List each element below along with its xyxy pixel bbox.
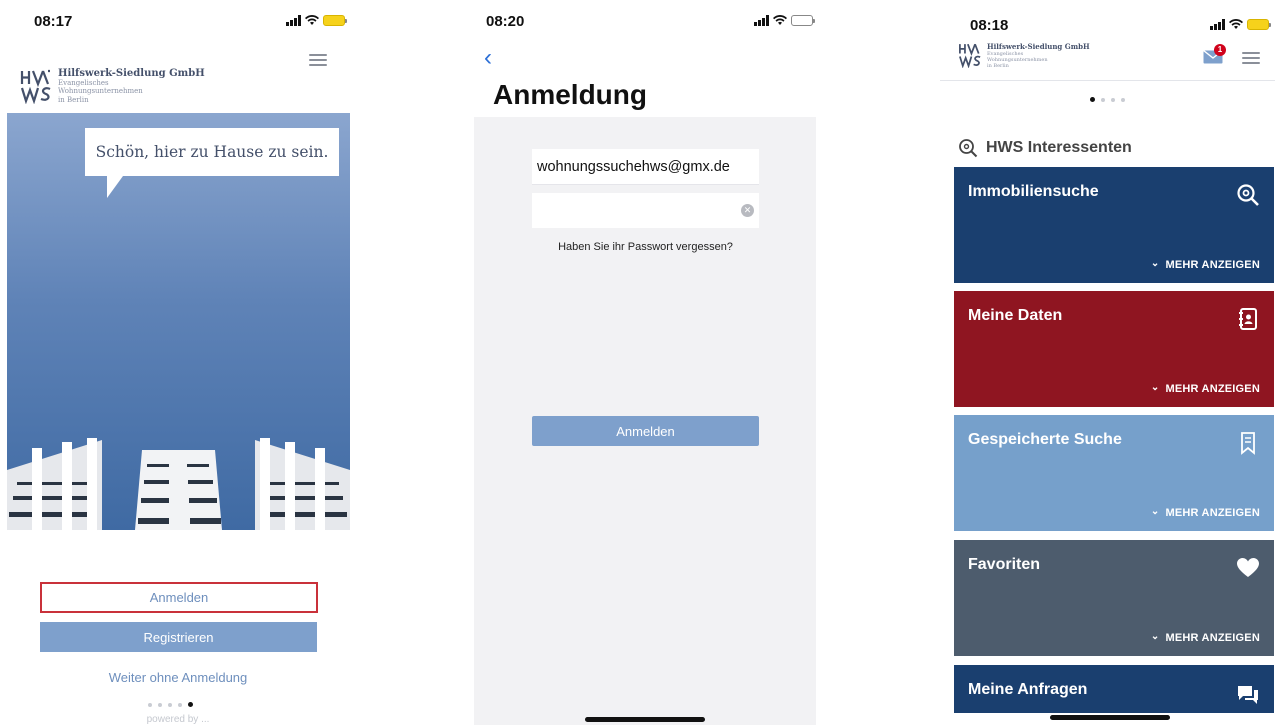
mail-unread-badge: 1 [1214, 44, 1226, 56]
hws-logo-mark-icon [20, 68, 52, 104]
login-form: wohnungssuchehws@gmx.de ✕ Haben Sie ihr … [474, 117, 816, 725]
company-sub-line: in Berlin [58, 95, 89, 104]
heart-icon [1237, 558, 1259, 577]
company-logo: Hilfswerk-Siedlung GmbH Evangelisches Wo… [20, 68, 205, 104]
tile-title: Meine Anfragen [968, 681, 1088, 698]
tile-title: Meine Daten [968, 307, 1063, 324]
tile-title: Gespeicherte Suche [968, 431, 1122, 448]
company-logo-text: Hilfswerk-Siedlung GmbH Evangelisches Wo… [987, 42, 1090, 69]
tile-title: Immobiliensuche [968, 183, 1099, 200]
status-time: 08:20 [486, 13, 525, 30]
clear-field-icon[interactable]: ✕ [741, 204, 754, 217]
status-time: 08:18 [970, 17, 1009, 34]
status-icons [754, 12, 815, 28]
signal-icon [1210, 18, 1225, 30]
password-field[interactable]: ✕ [532, 193, 759, 228]
submit-login-button[interactable]: Anmelden [532, 416, 759, 446]
forgot-password-link[interactable]: Haben Sie ihr Passwort vergessen? [532, 241, 759, 253]
home-indicator [1050, 715, 1170, 720]
tile-favoriten[interactable]: Favoriten MEHR ANZEIGEN [954, 540, 1274, 656]
section-header: HWS Interessenten [958, 138, 1132, 158]
bookmark-icon [1241, 432, 1255, 455]
tile-meine-daten[interactable]: Meine Daten MEHR ANZEIGEN [954, 291, 1274, 407]
signal-icon [754, 14, 769, 26]
register-button[interactable]: Registrieren [40, 622, 317, 652]
company-name: Hilfswerk-Siedlung GmbH [58, 68, 205, 79]
hamburger-menu-icon[interactable] [309, 54, 327, 67]
status-icons [1210, 16, 1271, 32]
hamburger-menu-icon[interactable] [1242, 52, 1260, 65]
page-dot [168, 702, 172, 707]
page-dot [1111, 97, 1115, 102]
company-name: Hilfswerk-Siedlung GmbH [987, 42, 1090, 51]
page-indicator [1090, 97, 1125, 102]
page-dot [158, 702, 162, 707]
login-button[interactable]: Anmelden [40, 582, 318, 613]
tile-immobiliensuche[interactable]: Immobiliensuche MEHR ANZEIGEN [954, 167, 1274, 283]
email-field[interactable]: wohnungssuchehws@gmx.de [532, 149, 759, 185]
battery-icon [323, 14, 347, 26]
page-indicator [148, 702, 193, 707]
status-bar: 08:20 [474, 0, 816, 40]
continue-without-login-link[interactable]: Weiter ohne Anmeldung [0, 670, 356, 685]
home-indicator [585, 717, 705, 722]
page-dot [178, 702, 182, 707]
wifi-icon [1229, 18, 1243, 29]
page-dot-active [1090, 97, 1095, 102]
wifi-icon [773, 14, 787, 25]
company-logo-text: Hilfswerk-Siedlung GmbH Evangelisches Wo… [58, 68, 205, 104]
company-sub-line: Wohnungsunternehmen [58, 87, 143, 96]
page-title: Anmeldung [493, 79, 647, 110]
section-title: HWS Interessenten [986, 139, 1132, 156]
back-chevron-icon[interactable]: ‹ [484, 44, 492, 72]
hero-image: Schön, hier zu Hause zu sein. [7, 113, 350, 530]
page-dot [1121, 97, 1125, 102]
header-divider [940, 80, 1275, 81]
battery-icon [791, 14, 815, 26]
hws-logo-mark-icon [959, 43, 981, 68]
search-icon [959, 139, 978, 158]
status-bar: 08:17 [0, 0, 356, 40]
company-sub-line: in Berlin [987, 63, 1009, 69]
search-icon [1237, 184, 1259, 206]
page-dot [148, 702, 152, 707]
battery-icon [1247, 18, 1271, 30]
company-sub-line: Evangelisches [58, 79, 109, 87]
signal-icon [286, 14, 301, 26]
show-more-link[interactable]: MEHR ANZEIGEN [1151, 632, 1260, 644]
dashboard-screen: 08:18 Hilfswerk-Siedlung GmbH Evangelisc… [940, 0, 1275, 725]
contacts-book-icon [1239, 308, 1257, 330]
powered-by-text: powered by ... [146, 714, 210, 725]
tile-meine-anfragen[interactable]: Meine Anfragen [954, 665, 1274, 713]
show-more-link[interactable]: MEHR ANZEIGEN [1151, 259, 1260, 271]
company-logo: Hilfswerk-Siedlung GmbH Evangelisches Wo… [958, 42, 1090, 69]
status-bar: 08:18 [940, 0, 1275, 40]
page-dot [1101, 97, 1105, 102]
welcome-screen: 08:17 Hilfswerk-Siedlung GmbH Evangelisc… [0, 0, 356, 725]
login-screen: 08:20 ‹ Anmeldung wohnungssuchehws@gmx.d… [474, 0, 816, 725]
wifi-icon [305, 14, 319, 25]
status-time: 08:17 [34, 13, 73, 30]
tile-gespeicherte-suche[interactable]: Gespeicherte Suche MEHR ANZEIGEN [954, 415, 1274, 531]
show-more-link[interactable]: MEHR ANZEIGEN [1151, 507, 1260, 519]
tagline-bubble: Schön, hier zu Hause zu sein. [85, 128, 339, 198]
chat-icon [1238, 686, 1258, 704]
status-icons [286, 12, 347, 28]
building-illustration [7, 438, 350, 530]
page-dot-active [188, 702, 193, 707]
tagline: Schön, hier zu Hause zu sein. [95, 143, 329, 161]
tile-title: Favoriten [968, 556, 1041, 573]
show-more-link[interactable]: MEHR ANZEIGEN [1151, 383, 1260, 395]
